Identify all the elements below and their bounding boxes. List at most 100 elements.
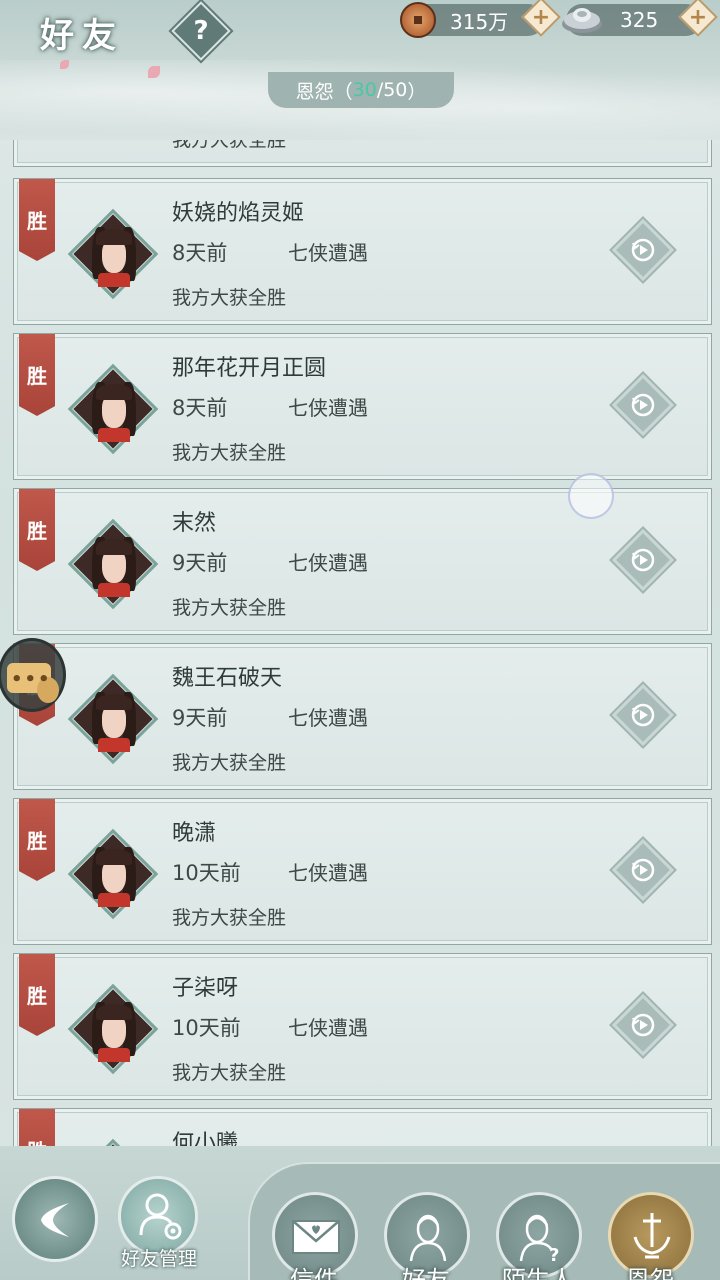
section-paren: （ bbox=[333, 80, 353, 103]
win-tag-label: 胜 bbox=[27, 519, 47, 543]
plus-icon: + bbox=[688, 4, 708, 30]
mail-icon bbox=[292, 1220, 340, 1254]
player-name: 那年花开月正圆 bbox=[172, 356, 327, 381]
win-tag-label: 胜 bbox=[27, 829, 47, 853]
page-title: 好友 bbox=[40, 16, 124, 56]
replay-button[interactable] bbox=[611, 528, 675, 592]
battle-time: 9天前 bbox=[172, 551, 228, 575]
player-name: 子柒呀 bbox=[172, 976, 239, 1001]
bottom-tab-panel: 信件 好友 ? 陌生人 恩怨 bbox=[248, 1162, 720, 1280]
list-item[interactable]: 胜 那年花开月正圆 8天前 七侠遭遇 我方大获全胜 bbox=[13, 333, 712, 480]
tab-mail-label: 信件 bbox=[290, 1266, 338, 1280]
avatar[interactable] bbox=[67, 828, 159, 920]
section-count-total: /50 bbox=[376, 79, 408, 101]
battle-time: 10天前 bbox=[172, 1016, 241, 1040]
win-tag-label: 胜 bbox=[27, 364, 47, 388]
replay-icon bbox=[631, 703, 655, 727]
win-tag: 胜 bbox=[19, 1109, 55, 1146]
battle-result: 我方大获全胜 bbox=[172, 597, 287, 619]
section-header: 恩怨 （ 30 /50 ） bbox=[268, 72, 454, 108]
replay-icon bbox=[631, 393, 655, 417]
avatar[interactable] bbox=[67, 518, 159, 610]
battle-time: 10天前 bbox=[172, 861, 241, 885]
copper-currency: 315万 bbox=[400, 2, 544, 38]
win-tag: 胜 bbox=[19, 489, 55, 571]
tab-strangers-label: 陌生人 bbox=[502, 1266, 574, 1280]
win-tag-label: 胜 bbox=[27, 209, 47, 233]
section-title: 恩怨 bbox=[295, 80, 334, 103]
list-item[interactable]: 我方大获全胜 bbox=[13, 140, 712, 167]
battle-result: 我方大获全胜 bbox=[172, 907, 287, 929]
friend-portrait-icon bbox=[409, 1214, 447, 1262]
help-icon: ? bbox=[193, 16, 209, 46]
section-count-current: 30 bbox=[352, 79, 377, 101]
battle-result: 我方大获全胜 bbox=[172, 1062, 287, 1084]
battle-result: 我方大获全胜 bbox=[172, 752, 287, 774]
battle-mode: 七侠遭遇 bbox=[288, 396, 368, 420]
blossom-petal bbox=[148, 66, 160, 78]
list-item[interactable]: 胜 子柒呀 10天前 七侠遭遇 我方大获全胜 bbox=[13, 953, 712, 1100]
replay-icon bbox=[631, 858, 655, 882]
battle-mode: 七侠遭遇 bbox=[288, 861, 368, 885]
replay-button[interactable] bbox=[611, 993, 675, 1057]
player-name: 妖娆的焰灵姬 bbox=[172, 201, 305, 226]
battle-mode: 七侠遭遇 bbox=[288, 1016, 368, 1040]
player-name: 何小曦 bbox=[172, 1131, 239, 1146]
friend-manage-label: 好友管理 bbox=[120, 1248, 197, 1270]
avatar[interactable] bbox=[67, 983, 159, 1075]
help-button[interactable]: ? bbox=[171, 1, 231, 61]
stranger-portrait-icon: ? bbox=[519, 1214, 559, 1263]
replay-button[interactable] bbox=[611, 838, 675, 902]
replay-icon bbox=[631, 1013, 655, 1037]
list-item[interactable]: 胜 何小曦 bbox=[13, 1108, 712, 1146]
battle-time: 8天前 bbox=[172, 396, 228, 420]
tab-grudges-label: 恩怨 bbox=[626, 1266, 674, 1280]
avatar[interactable] bbox=[67, 208, 159, 300]
section-paren: ） bbox=[407, 80, 427, 103]
player-name: 晚潇 bbox=[172, 821, 217, 846]
grudge-list[interactable]: 我方大获全胜 胜 妖娆的焰灵姬 8天前 七侠遭遇 我方大获全胜 胜 那年花开月正… bbox=[0, 140, 720, 1146]
copper-value: 315万 bbox=[450, 9, 509, 34]
player-name: 魏王石破天 bbox=[172, 666, 283, 691]
battle-result: 我方大获全胜 bbox=[172, 442, 287, 464]
back-arrow-icon bbox=[41, 1203, 69, 1237]
replay-button[interactable] bbox=[611, 373, 675, 437]
battle-mode: 七侠遭遇 bbox=[288, 706, 368, 730]
silver-ingot-icon bbox=[562, 8, 602, 33]
list-item[interactable]: 胜 魏王石破天 9天前 七侠遭遇 我方大获全胜 bbox=[13, 643, 712, 790]
avatar[interactable] bbox=[67, 673, 159, 765]
list-item[interactable]: 胜 晚潇 10天前 七侠遭遇 我方大获全胜 bbox=[13, 798, 712, 945]
replay-icon bbox=[631, 238, 655, 262]
replay-icon bbox=[631, 548, 655, 572]
battle-result: 我方大获全胜 bbox=[172, 287, 287, 309]
win-tag: 胜 bbox=[19, 799, 55, 881]
win-tag: 胜 bbox=[19, 334, 55, 416]
win-tag-label: 胜 bbox=[27, 984, 47, 1008]
plus-icon: + bbox=[531, 4, 551, 30]
silver-value: 325 bbox=[620, 8, 659, 32]
battle-result: 我方大获全胜 bbox=[172, 140, 287, 151]
battle-time: 9天前 bbox=[172, 706, 228, 730]
battle-time: 8天前 bbox=[172, 241, 228, 265]
replay-button[interactable] bbox=[611, 683, 675, 747]
floating-chat-button[interactable]: ••• bbox=[0, 638, 66, 712]
tab-friends-label: 好友 bbox=[402, 1266, 450, 1280]
win-tag: 胜 bbox=[19, 179, 55, 261]
list-item[interactable]: 胜 妖娆的焰灵姬 8天前 七侠遭遇 我方大获全胜 bbox=[13, 178, 712, 325]
battle-mode: 七侠遭遇 bbox=[288, 241, 368, 265]
touch-indicator bbox=[568, 473, 614, 519]
replay-button[interactable] bbox=[611, 218, 675, 282]
friend-manage-icon bbox=[139, 1193, 182, 1240]
blossom-petal bbox=[60, 60, 69, 69]
crossed-swords-icon bbox=[633, 1213, 671, 1259]
top-bar: 好友 ? 315万 + 325 + 恩怨 （ 30 /50 ） bbox=[0, 0, 720, 140]
avatar[interactable] bbox=[67, 1138, 159, 1146]
battle-mode: 七侠遭遇 bbox=[288, 551, 368, 575]
player-name: 末然 bbox=[172, 511, 217, 536]
back-button[interactable] bbox=[12, 1176, 98, 1262]
avatar[interactable] bbox=[67, 363, 159, 455]
bottom-bar: 好友管理 信件 好友 ? 陌生人 恩怨 bbox=[0, 1146, 720, 1280]
win-tag-label: 胜 bbox=[19, 1135, 55, 1146]
copper-coin-icon bbox=[400, 2, 436, 38]
win-tag: 胜 bbox=[19, 954, 55, 1036]
